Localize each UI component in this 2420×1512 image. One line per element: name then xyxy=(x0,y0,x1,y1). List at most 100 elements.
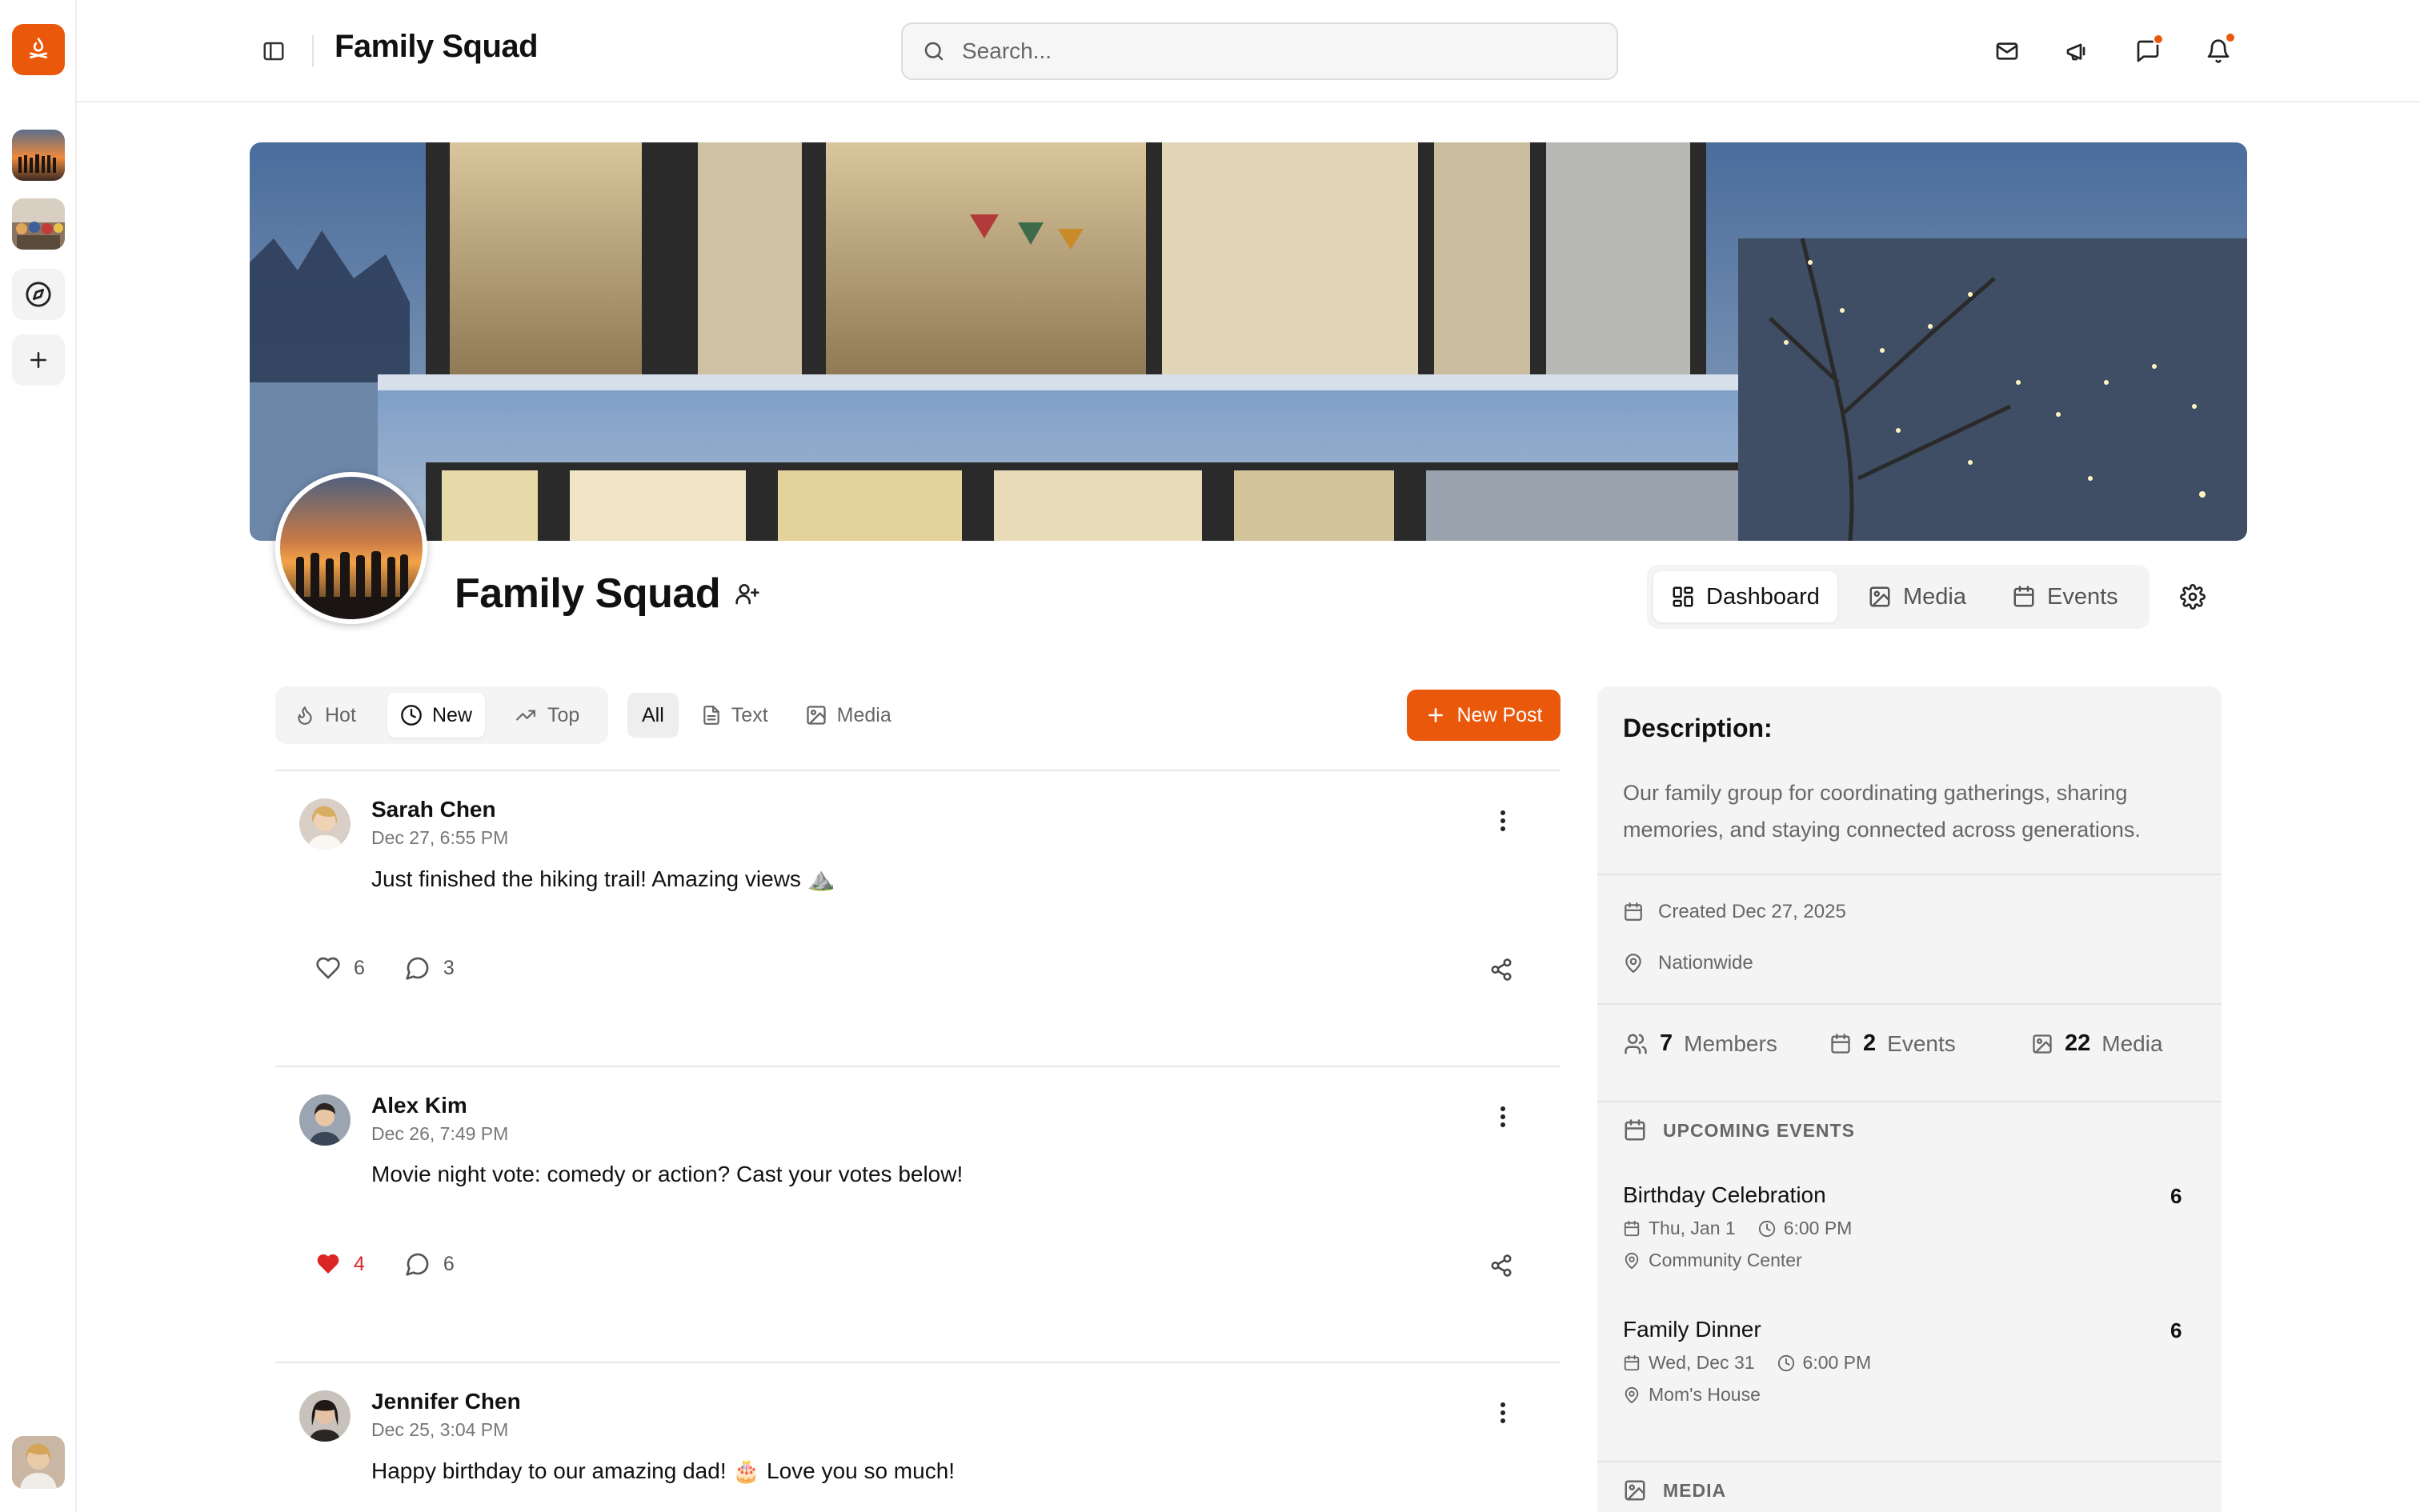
new-post-label: New Post xyxy=(1456,703,1543,726)
unread-dot xyxy=(2153,34,2164,45)
event-date: Wed, Dec 31 xyxy=(1649,1352,1755,1373)
image-icon xyxy=(2033,1034,2052,1054)
author-name[interactable]: Alex Kim xyxy=(371,1093,467,1118)
group-description: Our family group for coordinating gather… xyxy=(1623,781,2141,842)
events-stat[interactable]: 2 Events xyxy=(1829,1030,1956,1057)
event-date: Thu, Jan 1 xyxy=(1649,1218,1736,1238)
media-stat[interactable]: 22 Media xyxy=(2031,1030,2163,1057)
post-type-filter: All Text Media xyxy=(627,686,914,744)
filter-media[interactable]: Media xyxy=(791,693,906,738)
divider xyxy=(1597,1101,2222,1102)
more-vertical-icon xyxy=(1500,810,1505,831)
image-icon xyxy=(806,706,826,725)
sort-hot[interactable]: Hot xyxy=(282,693,369,738)
filter-text[interactable]: Text xyxy=(687,693,783,738)
comment-button[interactable]: 6 xyxy=(405,1251,455,1277)
filter-label: Text xyxy=(731,703,768,726)
megaphone-icon xyxy=(2066,43,2085,61)
user-avatar[interactable] xyxy=(12,1436,65,1489)
author-name[interactable]: Sarah Chen xyxy=(371,797,496,822)
filter-all[interactable]: All xyxy=(627,693,679,738)
event-time: 6:00 PM xyxy=(1783,1218,1853,1238)
author-avatar[interactable] xyxy=(299,798,351,850)
event-title[interactable]: Family Dinner xyxy=(1623,1317,1761,1342)
group-info-card: Description: Our family group for coordi… xyxy=(1597,686,2222,1512)
event-location: Community Center xyxy=(1623,1250,1802,1271)
messages-button[interactable] xyxy=(2130,34,2166,69)
sort-label: Hot xyxy=(325,703,356,726)
share-icon xyxy=(1491,958,1512,981)
comment-count: 3 xyxy=(443,956,455,979)
tab-media[interactable]: Media xyxy=(1850,571,1984,622)
announcements-button[interactable] xyxy=(2060,34,2095,69)
explore-button[interactable] xyxy=(12,269,65,320)
sidebar-toggle-button[interactable] xyxy=(258,35,290,67)
heart-filled-icon xyxy=(317,1254,339,1274)
post-menu-button[interactable] xyxy=(1487,1397,1519,1429)
create-group-button[interactable] xyxy=(12,334,65,386)
sidebar-icon xyxy=(263,42,284,61)
group-friends-avatar[interactable] xyxy=(12,198,65,250)
author-name[interactable]: Jennifer Chen xyxy=(371,1389,521,1414)
calendar-icon xyxy=(1624,1220,1640,1236)
tab-label: Dashboard xyxy=(1706,583,1820,610)
filter-label: All xyxy=(642,703,664,726)
event-attendee-count: 6 xyxy=(2170,1184,2182,1208)
event-time: 6:00 PM xyxy=(1802,1352,1872,1373)
section-title: UPCOMING EVENTS xyxy=(1663,1119,1855,1141)
section-title: MEDIA xyxy=(1663,1479,1727,1501)
event-location: Mom's House xyxy=(1623,1384,1761,1406)
clock-icon xyxy=(401,705,422,726)
tab-dashboard[interactable]: Dashboard xyxy=(1653,571,1837,622)
created-date: Created Dec 27, 2025 xyxy=(1623,901,1846,923)
mail-button[interactable] xyxy=(1989,34,2025,69)
divider xyxy=(1597,874,2222,875)
media-label: Media xyxy=(2101,1030,2163,1056)
sort-top[interactable]: Top xyxy=(501,693,592,738)
tab-events[interactable]: Events xyxy=(1994,571,2136,622)
members-label: Members xyxy=(1684,1030,1777,1056)
notifications-button[interactable] xyxy=(2201,32,2236,69)
group-settings-button[interactable] xyxy=(2174,578,2212,616)
comment-icon xyxy=(406,1253,429,1276)
post-body: Movie night vote: comedy or action? Cast… xyxy=(371,1162,964,1186)
plus-icon xyxy=(1428,708,1443,722)
page-title: Family Squad xyxy=(335,29,539,64)
calendar-icon xyxy=(1831,1033,1850,1054)
image-icon xyxy=(1869,586,1890,607)
new-post-button[interactable]: New Post xyxy=(1407,690,1561,741)
search-bar[interactable] xyxy=(901,22,1618,80)
like-count: 4 xyxy=(354,1252,365,1275)
unread-dot xyxy=(2225,32,2236,43)
share-button[interactable] xyxy=(1485,1250,1517,1282)
tab-label: Events xyxy=(2047,583,2118,610)
event-title[interactable]: Birthday Celebration xyxy=(1623,1182,1826,1208)
event-datetime: Thu, Jan 1 6:00 PM xyxy=(1623,1218,1852,1239)
search-input[interactable] xyxy=(962,38,1586,64)
like-button[interactable]: 4 xyxy=(315,1251,365,1277)
like-button[interactable]: 6 xyxy=(315,955,365,981)
post-menu-button[interactable] xyxy=(1487,1101,1519,1133)
comment-button[interactable]: 3 xyxy=(405,955,455,981)
author-avatar[interactable] xyxy=(299,1094,351,1146)
share-icon xyxy=(1491,1254,1512,1277)
members-stat[interactable]: 7 Members xyxy=(1623,1030,1777,1057)
trending-up-icon xyxy=(516,710,535,721)
post-body: Happy birthday to our amazing dad! 🎂 Lov… xyxy=(371,1458,956,1483)
sort-new[interactable]: New xyxy=(387,693,486,738)
group-family-squad-avatar[interactable] xyxy=(12,130,65,181)
description-heading: Description: xyxy=(1623,714,1773,742)
group-avatar xyxy=(275,472,427,624)
app-logo-icon[interactable] xyxy=(12,24,65,75)
comment-count: 6 xyxy=(443,1252,455,1275)
location-label: Nationwide xyxy=(1658,952,1753,974)
calendar-icon xyxy=(1624,1354,1640,1370)
flame-icon xyxy=(298,706,312,725)
event-place: Community Center xyxy=(1649,1250,1802,1270)
post-menu-button[interactable] xyxy=(1487,805,1519,837)
media-heading: MEDIA xyxy=(1623,1478,1726,1502)
author-avatar[interactable] xyxy=(299,1390,351,1442)
media-count: 22 xyxy=(2065,1030,2091,1056)
share-button[interactable] xyxy=(1485,954,1517,986)
add-member-button[interactable] xyxy=(730,576,765,611)
